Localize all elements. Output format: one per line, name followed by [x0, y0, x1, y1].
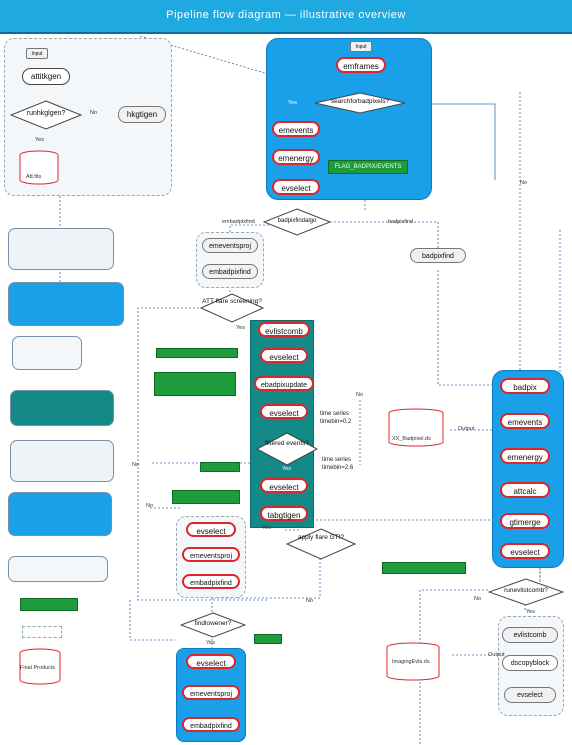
- no-label-apply: No: [306, 598, 314, 604]
- input-label: Input: [26, 48, 48, 59]
- green-note-2: [154, 372, 236, 396]
- emenergy-node: emenergy: [272, 149, 320, 165]
- green-note-6: [382, 562, 466, 574]
- legend-swatch-dotted: [8, 228, 114, 270]
- final-products-label: Final Products: [20, 665, 56, 671]
- legend-swatch-dashed: [8, 556, 108, 582]
- evselect-node-bottom: evselect: [186, 654, 236, 669]
- emenergy-node-right: emenergy: [500, 448, 550, 464]
- yes-label-runevlist: Yes: [526, 609, 535, 615]
- output-label-bottom: Output: [488, 652, 505, 658]
- att-file-cylinder: [19, 150, 59, 185]
- att-file-label: Att.fits: [26, 174, 42, 180]
- badpix-flag-note: FLAG_BADPIX/EVENTS: [328, 160, 408, 174]
- badpixfind-node: badpixfind: [410, 248, 466, 263]
- evselect-node-right: evselect: [500, 543, 550, 559]
- imaging-file-label: ImagingEvts.ds: [392, 659, 430, 665]
- evselect-node-teal-2: evselect: [260, 404, 308, 419]
- attitkgen-node: attitkgen: [22, 68, 70, 85]
- emframes-node: emframes: [336, 57, 386, 73]
- evselect-node-teal-1: evselect: [260, 348, 308, 363]
- ebadpixupdate-node: ebadpixupdate: [254, 376, 314, 391]
- no-label-left-2: No: [146, 503, 154, 509]
- searchforbadpixels-label: searchforbadpixels?: [330, 98, 390, 105]
- badpixfindalgo-label: badpixfindalgo: [277, 218, 317, 224]
- runevlistcomb-label: runevlistcomb?: [504, 587, 548, 594]
- findlowener-label: findlowener?: [194, 620, 232, 627]
- evselect-node-top: evselect: [272, 179, 320, 195]
- green-note-4: [172, 490, 240, 504]
- apply-flare-diamond: [286, 528, 356, 560]
- badpix-node: badpix: [500, 378, 550, 394]
- right-chain-panel: [492, 370, 564, 568]
- legend-swatch-blue-2: [8, 492, 112, 536]
- yes-label-findlowener: Yes: [206, 640, 215, 646]
- yes-label-apply: Yes: [262, 525, 271, 531]
- yes-label-att: Yes: [236, 325, 245, 331]
- evselect-node-bottom-right: evselect: [504, 687, 556, 703]
- no-label-top-left: No: [90, 110, 98, 116]
- yes-label-top-left: Yes: [35, 137, 44, 143]
- apply-flare-label: apply flare GTI?: [297, 534, 345, 541]
- no-label-right: No: [520, 180, 528, 186]
- emeventsproj-node-bottom: emeventsproj: [182, 685, 240, 700]
- hkgtigen-node: hkgtigen: [118, 106, 166, 123]
- att-flare-label: ATT flare screening?: [202, 298, 262, 305]
- evselect-node-teal-3: evselect: [260, 478, 308, 493]
- badpixel-cylinder: [388, 408, 444, 447]
- tabgtigen-node: tabgtigen: [260, 506, 308, 521]
- evlistcomb-node-right: evlistcomb: [502, 627, 558, 643]
- no-label-mid: No: [356, 392, 364, 398]
- evlistcomb-node: evlistcomb: [258, 322, 310, 337]
- legend-swatch-gray: [10, 440, 114, 482]
- embadpixfind-branch-label: embadpixfind: [222, 219, 255, 225]
- output-label-right: Output: [458, 426, 475, 432]
- evselect-node-left: evselect: [186, 522, 236, 537]
- legend-swatch-node: [12, 336, 82, 370]
- embadpixfind-node-left: embadpixfind: [182, 574, 240, 589]
- filtered-events-diamond: [256, 432, 318, 466]
- yes-label-center: Yes: [288, 100, 297, 106]
- green-note-5: [254, 634, 282, 644]
- input-label-center: Input: [350, 41, 372, 52]
- green-note-3: [200, 462, 240, 472]
- legend-swatch-teal: [10, 390, 114, 426]
- badpixel-file-label: XX_Badpixel.ds: [392, 436, 431, 442]
- badpixfind-branch-label: badpixfind: [388, 219, 414, 225]
- timeseries-note-1: time series timebin=0.2: [320, 411, 352, 425]
- dscopyblock-node: dscopyblock: [502, 655, 558, 671]
- embadpixfind-node: embadpixfind: [202, 264, 258, 279]
- attcalc-node: attcalc: [500, 482, 550, 498]
- timeseries-note-2: time series timebin=2.6: [322, 457, 354, 471]
- gtimerge-node: gtimerge: [500, 513, 550, 529]
- no-label-left: No: [132, 462, 140, 468]
- emeventsproj-node: emeventsproj: [202, 238, 258, 253]
- emevents-node-right: emevents: [500, 413, 550, 429]
- no-label-runevlist: No: [474, 596, 482, 602]
- green-note-1: [156, 348, 238, 358]
- emevents-node: emevents: [272, 121, 320, 137]
- legend-swatch-box: [22, 626, 62, 638]
- runhkglgen-label: runhkglgen?: [26, 110, 66, 117]
- legend-swatch-blue: [8, 282, 124, 326]
- yes-label-teal: Yes: [282, 466, 291, 472]
- emeventsproj-node-left: emeventsproj: [182, 547, 240, 562]
- embadpixfind-node-bottom: embadpixfind: [182, 717, 240, 732]
- filtered-events-label: filtered events?: [264, 440, 310, 447]
- legend-swatch-green: [20, 598, 78, 611]
